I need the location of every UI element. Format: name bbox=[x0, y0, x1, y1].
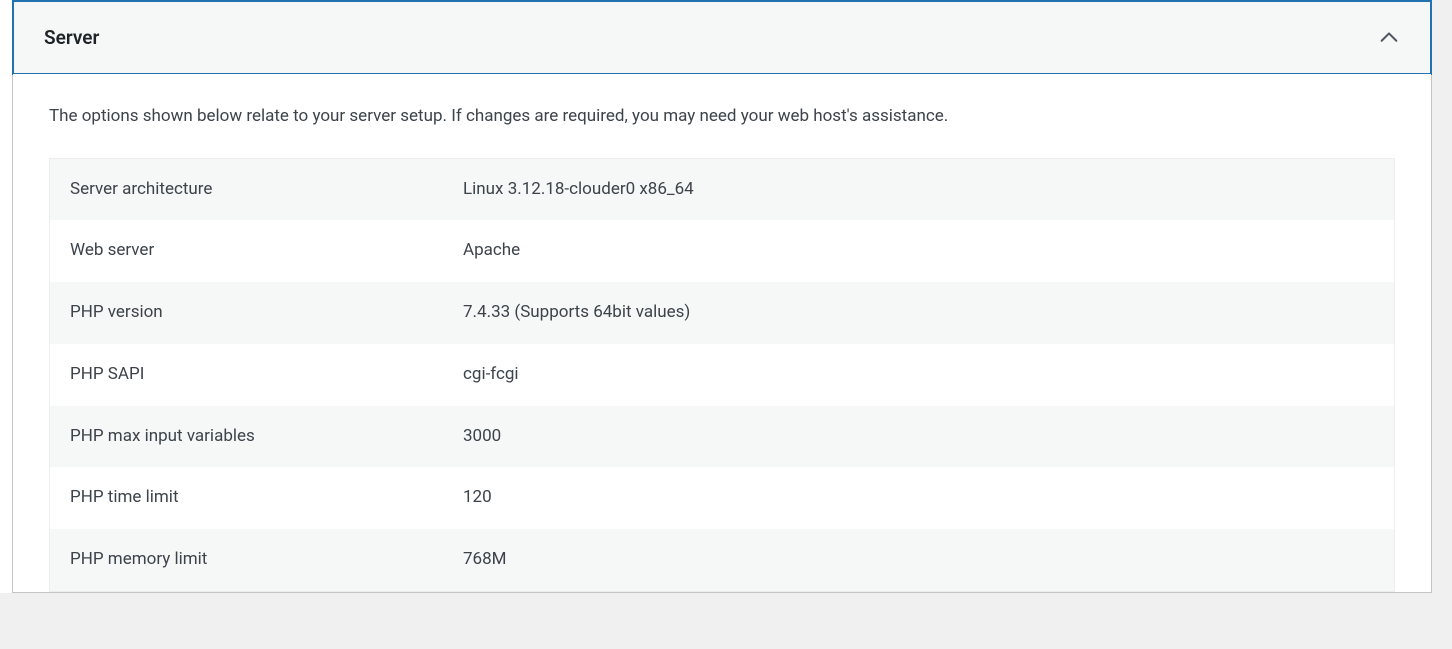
table-row: PHP max input variables3000 bbox=[50, 406, 1394, 468]
row-label: PHP SAPI bbox=[50, 344, 443, 406]
table-row: PHP time limit120 bbox=[50, 467, 1394, 529]
table-row: PHP memory limit768M bbox=[50, 529, 1394, 591]
row-label: Web server bbox=[50, 220, 443, 282]
row-label: PHP max input variables bbox=[50, 406, 443, 468]
server-panel-header[interactable]: Server bbox=[12, 0, 1432, 75]
chevron-up-icon bbox=[1378, 27, 1400, 49]
row-value: 120 bbox=[443, 467, 1394, 529]
server-info-tbody: Server architectureLinux 3.12.18-clouder… bbox=[50, 158, 1395, 592]
row-label: PHP time limit bbox=[50, 467, 443, 529]
table-row: Web serverApache bbox=[50, 220, 1394, 282]
server-info-table: Server architectureLinux 3.12.18-clouder… bbox=[49, 158, 1395, 593]
row-value: 768M bbox=[443, 529, 1394, 591]
panel-title: Server bbox=[44, 26, 99, 49]
row-label: PHP memory limit bbox=[50, 529, 443, 591]
panel-description: The options shown below relate to your s… bbox=[49, 104, 1395, 130]
server-panel: Server The options shown below relate to… bbox=[12, 0, 1432, 593]
page-wrapper: Server The options shown below relate to… bbox=[0, 0, 1432, 593]
server-panel-body: The options shown below relate to your s… bbox=[13, 74, 1431, 592]
row-value: Linux 3.12.18-clouder0 x86_64 bbox=[443, 159, 1394, 221]
table-row: PHP SAPIcgi-fcgi bbox=[50, 344, 1394, 406]
row-value: 7.4.33 (Supports 64bit values) bbox=[443, 282, 1394, 344]
row-value: cgi-fcgi bbox=[443, 344, 1394, 406]
row-value: 3000 bbox=[443, 406, 1394, 468]
row-value: Apache bbox=[443, 220, 1394, 282]
table-row: PHP version7.4.33 (Supports 64bit values… bbox=[50, 282, 1394, 344]
row-label: Server architecture bbox=[50, 159, 443, 221]
row-label: PHP version bbox=[50, 282, 443, 344]
table-row: Server architectureLinux 3.12.18-clouder… bbox=[50, 159, 1394, 221]
